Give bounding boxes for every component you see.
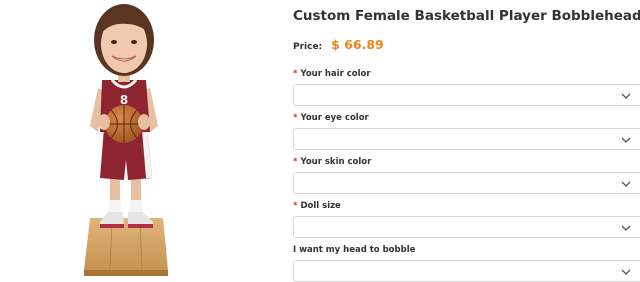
- chevron-down-icon: [621, 93, 631, 99]
- hair-color-select[interactable]: [293, 84, 640, 106]
- eye-color-select[interactable]: [293, 128, 640, 150]
- eye-color-label: * Your eye color: [293, 113, 369, 123]
- chevron-down-icon: [621, 181, 631, 187]
- chevron-down-icon: [621, 269, 631, 275]
- skin-color-select[interactable]: [293, 172, 640, 194]
- required-marker: *: [293, 113, 298, 123]
- head-bobble-label: I want my head to bobble: [293, 245, 416, 255]
- price-row: Price: $ 66.89: [293, 37, 384, 52]
- price-label: Price:: [293, 42, 323, 52]
- doll-size-select[interactable]: [293, 216, 640, 238]
- required-marker: *: [293, 201, 298, 211]
- chevron-down-icon: [621, 225, 631, 231]
- chevron-down-icon: [621, 137, 631, 143]
- product-image: 8: [84, 4, 168, 276]
- product-title: Custom Female Basketball Player Bobblehe…: [293, 8, 640, 24]
- doll-size-label: * Doll size: [293, 201, 341, 211]
- required-marker: *: [293, 157, 298, 167]
- skin-color-label: * Your skin color: [293, 157, 372, 167]
- hair-color-label: * Your hair color: [293, 69, 371, 79]
- jersey-number: 8: [120, 93, 128, 107]
- price-value: $ 66.89: [331, 37, 384, 52]
- required-marker: *: [293, 69, 298, 79]
